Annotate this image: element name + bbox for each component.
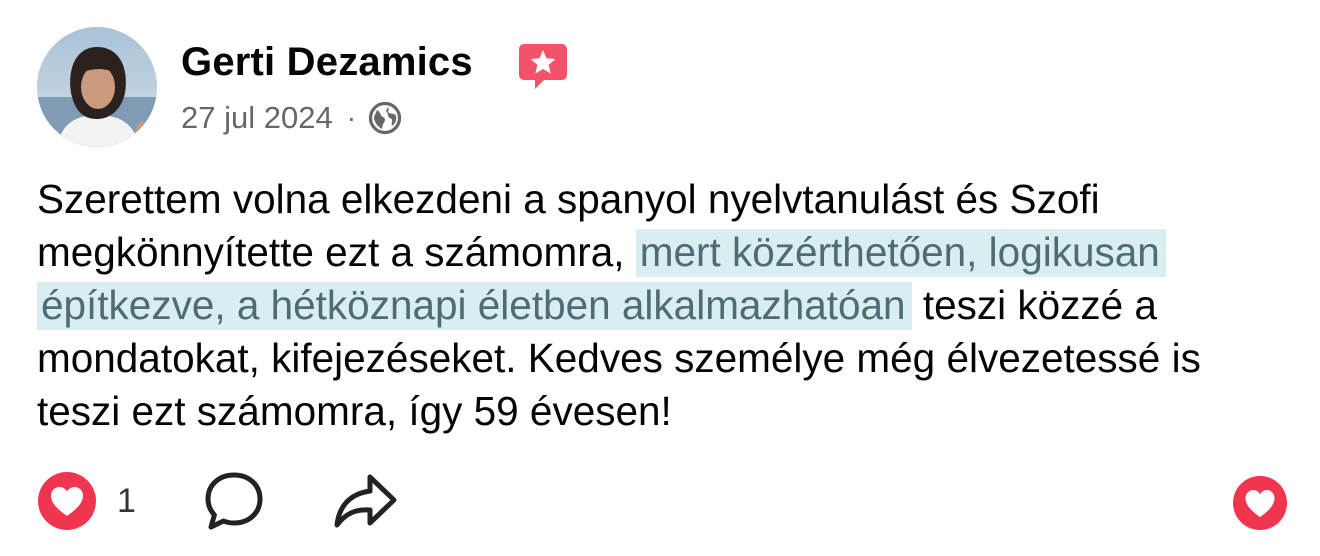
like-count[interactable]: 1 (117, 482, 136, 521)
author-name[interactable]: Gerti Dezamics (181, 38, 473, 86)
avatar[interactable] (37, 27, 157, 147)
post-body: Szerettem volna elkezdeni a spanyol nyel… (37, 173, 1287, 438)
post-meta: 27 jul 2024 · (181, 96, 402, 140)
meta-separator: · (346, 102, 357, 133)
globe-icon (368, 101, 402, 135)
share-icon[interactable] (332, 471, 398, 531)
heart-icon[interactable] (37, 471, 97, 531)
action-bar: 1 (37, 470, 398, 532)
comment-icon[interactable] (202, 469, 266, 533)
star-badge-icon (519, 44, 567, 89)
reaction-heart-icon[interactable] (1232, 475, 1288, 531)
post-date[interactable]: 27 jul 2024 (181, 100, 333, 136)
